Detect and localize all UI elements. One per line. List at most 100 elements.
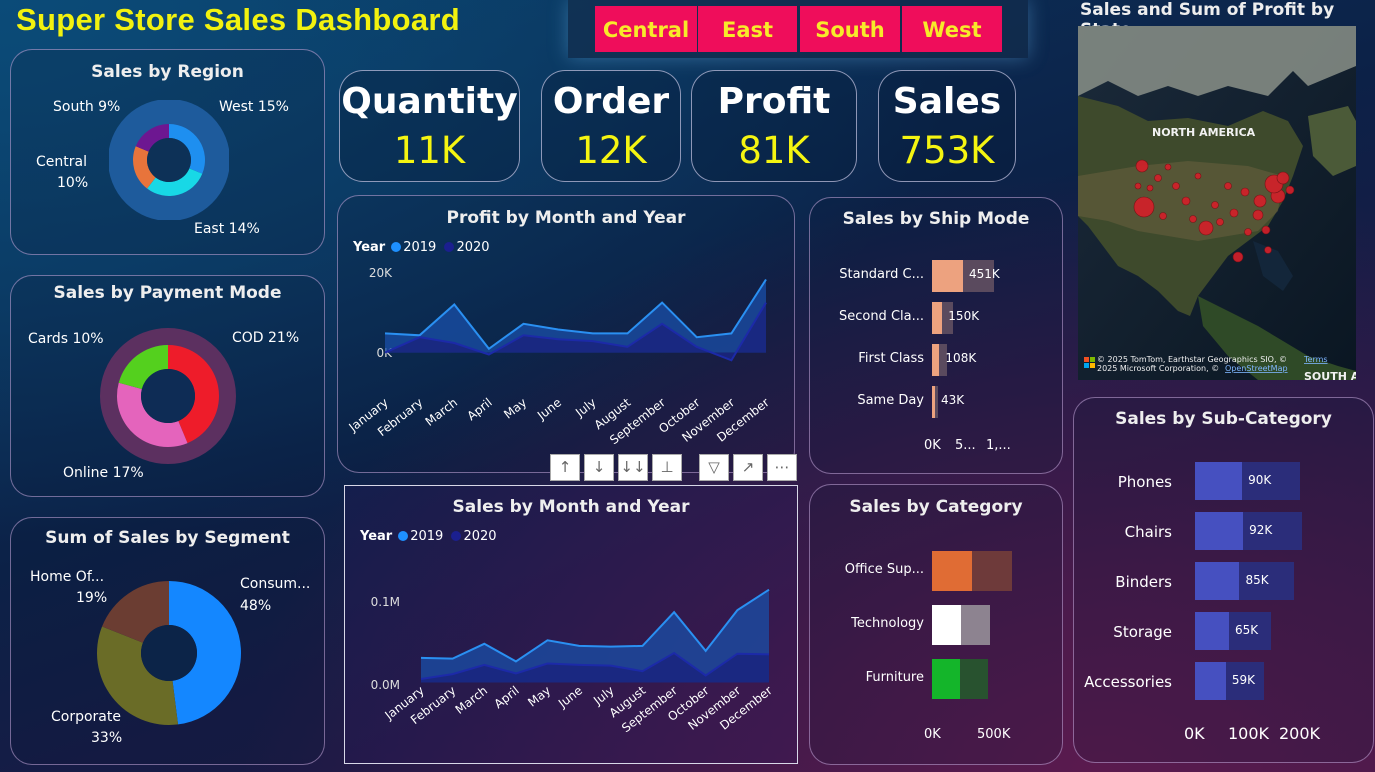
- bar-filtered[interactable]: [1195, 562, 1240, 600]
- bar-filtered[interactable]: [932, 386, 935, 418]
- map-terms-link[interactable]: Terms: [1303, 355, 1328, 364]
- region-label-south: South 9%: [53, 99, 121, 115]
- state-bubble[interactable]: [1164, 163, 1172, 171]
- state-bubble[interactable]: [1276, 171, 1290, 185]
- state-bubble[interactable]: [1253, 194, 1267, 208]
- sales-line-chart[interactable]: 0.1M 0.0M JanuaryFebruaryMarch April May Ju…: [345, 546, 797, 763]
- bar-data-label: 59K: [1231, 673, 1256, 687]
- region-donut-chart[interactable]: [109, 100, 229, 220]
- state-bubble[interactable]: [1211, 201, 1219, 209]
- payment-label-cod: COD 21%: [232, 330, 300, 346]
- card-title: Sales by Month and Year: [452, 497, 690, 517]
- profit-line-chart[interactable]: 20K 0K JanuaryFebruaryMarch April May June J…: [338, 256, 794, 472]
- kpi-label: Quantity: [341, 81, 518, 122]
- segment-label-consumer-value: 48%: [240, 598, 272, 614]
- sales-by-category-card[interactable]: Sales by Category Office Sup... Technolog…: [809, 484, 1063, 765]
- bar-label: Accessories: [1084, 673, 1172, 691]
- legend-2019: 2019: [403, 240, 437, 255]
- state-bubble[interactable]: [1135, 159, 1149, 173]
- state-bubble[interactable]: [1261, 225, 1271, 235]
- bar-filtered[interactable]: [932, 260, 963, 292]
- more-options-icon[interactable]: ⋯: [767, 454, 797, 481]
- ship-mode-bar-chart[interactable]: Standard C... 451K Second Cla... 150K First …: [810, 198, 1060, 468]
- slicer-east[interactable]: East: [698, 6, 797, 52]
- drill-down-icon[interactable]: ↓: [584, 454, 614, 481]
- kpi-value: 81K: [738, 129, 810, 172]
- bar-filtered[interactable]: [932, 659, 961, 699]
- state-bubble[interactable]: [1133, 196, 1155, 218]
- state-bubble[interactable]: [1172, 182, 1180, 190]
- state-bubble[interactable]: [1154, 174, 1162, 182]
- y-tick-label: 20K: [369, 266, 393, 280]
- bar-label: Furniture: [865, 670, 924, 685]
- legend-dot-2019: [398, 531, 409, 541]
- bar-filtered[interactable]: [932, 605, 962, 645]
- state-bubble[interactable]: [1232, 251, 1244, 263]
- state-bubble[interactable]: [1264, 246, 1272, 254]
- slicer-west[interactable]: West: [902, 6, 1002, 52]
- slicer-south[interactable]: South: [800, 6, 900, 52]
- x-tick-label: 5...: [955, 438, 976, 453]
- kpi-card-quantity[interactable]: Quantity 11K: [339, 70, 520, 182]
- state-bubble[interactable]: [1198, 220, 1214, 236]
- drill-up-icon[interactable]: ↑: [550, 454, 580, 481]
- sales-by-subcategory-card[interactable]: Sales by Sub-Category Phones 90K Chairs 92K…: [1073, 397, 1374, 763]
- state-bubble[interactable]: [1244, 228, 1252, 236]
- bar-filtered[interactable]: [932, 344, 940, 376]
- bar-filtered[interactable]: [932, 551, 972, 591]
- bar-label: Second Cla...: [838, 309, 924, 324]
- bar-data-label: 108K: [945, 351, 977, 365]
- x-tick-label: 0K: [924, 438, 941, 453]
- bar-filtered[interactable]: [932, 302, 943, 334]
- state-bubble[interactable]: [1285, 185, 1295, 195]
- state-bubble[interactable]: [1252, 209, 1264, 221]
- bar-filtered[interactable]: [1195, 612, 1230, 650]
- slicer-central[interactable]: Central: [595, 6, 697, 52]
- state-bubble[interactable]: [1146, 184, 1154, 192]
- state-bubble[interactable]: [1224, 182, 1232, 190]
- x-tick-label: June: [555, 683, 585, 711]
- expand-next-level-icon[interactable]: ↓↓: [618, 454, 648, 481]
- state-bubble[interactable]: [1194, 172, 1202, 180]
- kpi-card-order[interactable]: Order 12K: [541, 70, 681, 182]
- donut-hole: [141, 625, 197, 681]
- map-canvas[interactable]: NORTH AMERICA SOUTH A © 2025 TomTom, Ear…: [1078, 26, 1356, 380]
- sales-by-region-card[interactable]: Sales by Region South 9% West 15% Centra…: [10, 49, 325, 255]
- map-osm-link[interactable]: OpenStreetMap: [1225, 364, 1288, 373]
- x-tick-label: March: [423, 395, 460, 429]
- filter-icon[interactable]: ▽: [699, 454, 729, 481]
- state-bubble[interactable]: [1159, 212, 1167, 220]
- x-tick-label: 500K: [977, 727, 1011, 742]
- expand-hierarchy-icon[interactable]: ⊥: [652, 454, 682, 481]
- x-tick-label: 200K: [1279, 724, 1321, 743]
- category-bar-chart[interactable]: Office Sup... Technology Furniture: [810, 485, 1060, 755]
- state-bubble[interactable]: [1240, 187, 1250, 197]
- state-bubble[interactable]: [1134, 182, 1142, 190]
- profit-by-month-card[interactable]: Profit by Month and Year Year 2019 2020 2…: [337, 195, 795, 473]
- bar-filtered[interactable]: [1195, 512, 1244, 550]
- sales-by-segment-card[interactable]: Sum of Sales by Segment Home Of... 19% C…: [10, 517, 325, 765]
- subcategory-bar-chart[interactable]: Phones 90K Chairs 92K Binders 85K Storage 65K Ac…: [1074, 398, 1372, 718]
- state-bubble[interactable]: [1216, 218, 1224, 226]
- bar-filtered[interactable]: [1195, 462, 1243, 500]
- segment-donut-chart[interactable]: [95, 579, 243, 727]
- sales-by-month-card[interactable]: Sales by Month and Year Year 2019 2020 0.…: [344, 485, 798, 764]
- kpi-card-sales[interactable]: Sales 753K: [878, 70, 1016, 182]
- donut-hole: [141, 369, 195, 423]
- sales-by-payment-mode-card[interactable]: Sales by Payment Mode Cards 10% COD 21% …: [10, 275, 325, 497]
- state-bubble[interactable]: [1229, 208, 1239, 218]
- bar-label: First Class: [858, 351, 924, 366]
- bar-data-label: 43K: [940, 393, 965, 407]
- bar-filtered[interactable]: [1195, 662, 1226, 700]
- sales-by-ship-mode-card[interactable]: Sales by Ship Mode Standard C... 451K Seco…: [809, 197, 1063, 474]
- map-attribution-text: © 2025 TomTom, Earthstar Geographics SIO…: [1097, 355, 1287, 364]
- kpi-card-profit[interactable]: Profit 81K: [691, 70, 857, 182]
- sales-profit-map[interactable]: NORTH AMERICA SOUTH A © 2025 TomTom, Ear…: [1078, 26, 1356, 380]
- state-bubble[interactable]: [1181, 196, 1191, 206]
- card-title: Sum of Sales by Segment: [45, 528, 290, 548]
- legend-dot-2019: [391, 242, 402, 252]
- focus-mode-icon[interactable]: ↗: [733, 454, 763, 481]
- continent-label: NORTH AMERICA: [1152, 126, 1256, 139]
- state-bubble[interactable]: [1189, 215, 1197, 223]
- payment-donut-chart[interactable]: [99, 327, 237, 465]
